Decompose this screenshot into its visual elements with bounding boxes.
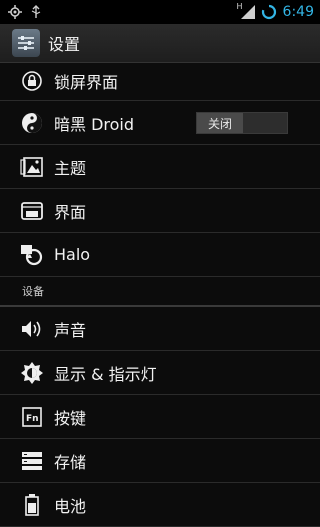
gps-icon <box>8 5 22 19</box>
list-item-label: 暗黑 Droid <box>54 114 135 134</box>
list-item-display[interactable]: 显示 & 指示灯 <box>0 351 320 395</box>
battery-ring-icon <box>261 4 277 20</box>
status-time: 6:49 <box>282 4 314 20</box>
storage-icon <box>20 449 44 473</box>
interface-icon <box>20 199 44 223</box>
list-item-dark-droid[interactable]: 暗黑 Droid 关闭 <box>0 101 320 145</box>
action-bar: 设置 <box>0 24 320 63</box>
usb-icon <box>30 5 42 19</box>
list-item-lockscreen[interactable]: 锁屏界面 <box>0 62 320 101</box>
speaker-icon <box>20 317 44 341</box>
list-item-battery[interactable]: 电池 <box>0 483 320 527</box>
toggle-state-label: 关闭 <box>197 113 243 133</box>
list-item-label: 存储 <box>54 452 87 472</box>
brightness-icon <box>20 361 44 385</box>
page-title: 设置 <box>48 35 81 54</box>
signal-icon: H <box>236 2 255 19</box>
list-item-sound[interactable]: 声音 <box>0 307 320 351</box>
settings-list[interactable]: 锁屏界面 暗黑 Droid 关闭 主题 界面 Halo 设备 声音 显示 & 指… <box>0 62 320 527</box>
halo-icon <box>20 243 44 267</box>
list-item-buttons[interactable]: Fn 按键 <box>0 395 320 439</box>
yin-yang-icon <box>20 111 44 135</box>
list-item-label: 按键 <box>54 408 87 428</box>
list-item-label: 电池 <box>54 496 87 516</box>
list-item-theme[interactable]: 主题 <box>0 145 320 189</box>
list-item-storage[interactable]: 存储 <box>0 439 320 483</box>
list-item-label: 主题 <box>54 158 87 178</box>
status-bar: H 6:49 <box>0 0 320 24</box>
dark-droid-toggle[interactable]: 关闭 <box>196 112 288 134</box>
list-item-label: 显示 & 指示灯 <box>54 364 157 384</box>
section-header-device: 设备 <box>0 277 320 307</box>
battery-icon <box>20 493 44 517</box>
svg-text:Fn: Fn <box>26 414 39 424</box>
list-item-halo[interactable]: Halo <box>0 233 320 277</box>
list-item-label: 界面 <box>54 202 87 222</box>
list-item-label: Halo <box>54 245 91 264</box>
network-type-label: H <box>236 2 243 11</box>
lock-icon <box>20 69 44 93</box>
list-item-label: 声音 <box>54 320 87 340</box>
fn-key-icon: Fn <box>20 405 44 429</box>
settings-app-icon[interactable] <box>12 29 40 57</box>
list-item-interface[interactable]: 界面 <box>0 189 320 233</box>
theme-icon <box>20 155 44 179</box>
list-item-label: 锁屏界面 <box>54 73 119 92</box>
